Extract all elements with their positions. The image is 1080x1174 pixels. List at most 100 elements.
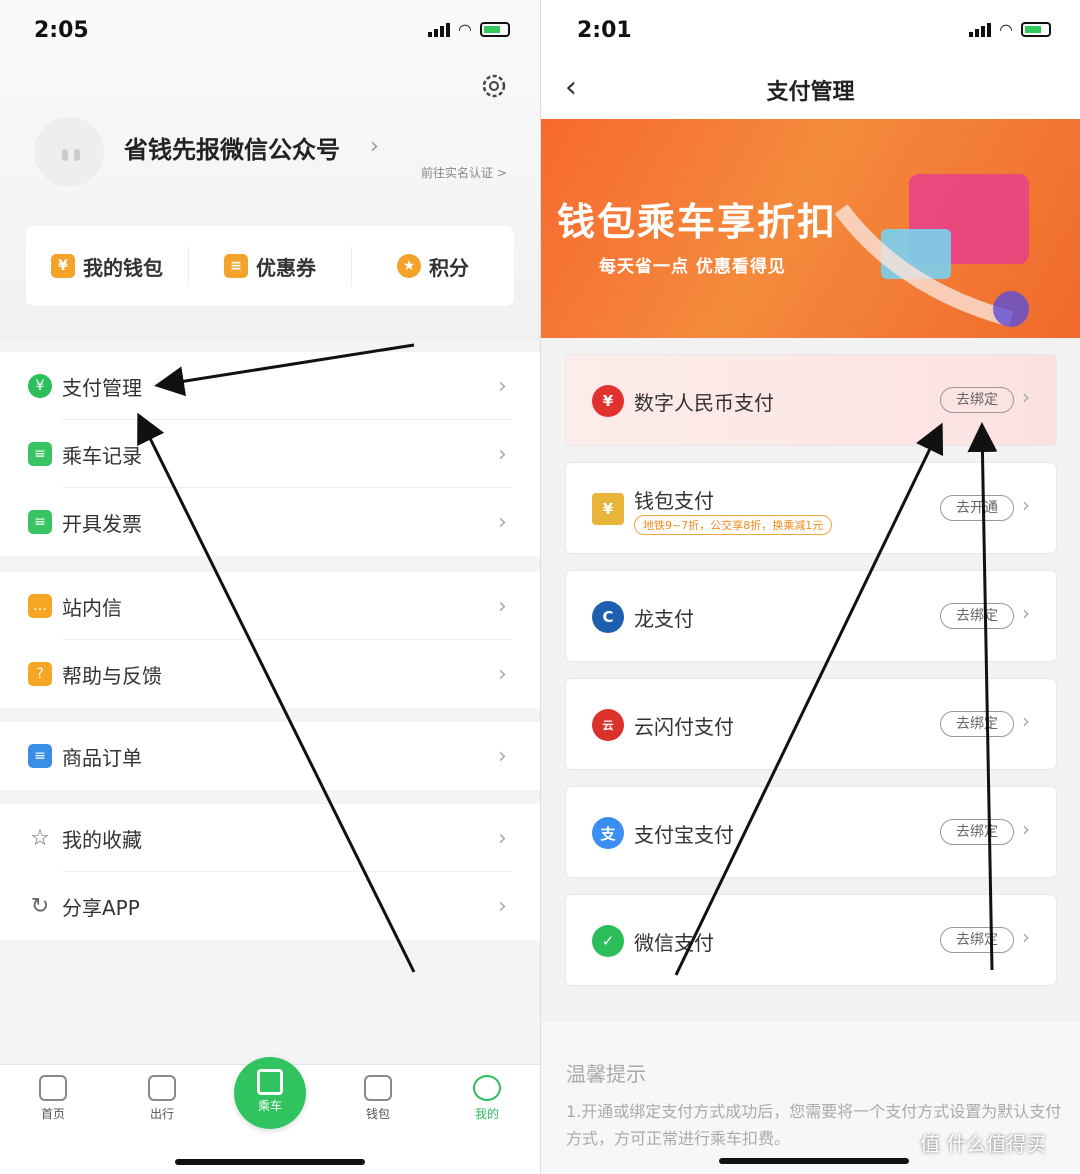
order-icon: ≡ xyxy=(28,744,52,768)
home-indicator xyxy=(719,1158,909,1164)
gear-icon[interactable] xyxy=(478,70,510,102)
menu-item-payment[interactable]: ¥ 支付管理 › xyxy=(0,352,540,420)
payment-method-ecny[interactable]: ¥ 数字人民币支付 去绑定 › xyxy=(565,354,1057,446)
menu-item-help[interactable]: ? 帮助与反馈 › xyxy=(0,640,540,708)
quick-actions: ¥ 我的钱包 ≡ 优惠券 ★ 积分 xyxy=(26,226,514,306)
tab-label: 钱包 xyxy=(365,1107,390,1121)
menu-label: 帮助与反馈 xyxy=(62,663,162,688)
chevron-right-icon: › xyxy=(498,373,507,399)
chevron-right-icon: › xyxy=(370,134,379,159)
menu-item-invoice[interactable]: ≡ 开具发票 › xyxy=(0,488,540,556)
chevron-right-icon: › xyxy=(498,441,507,467)
bind-button[interactable]: 去绑定 xyxy=(940,927,1014,953)
battery-icon xyxy=(1020,22,1051,37)
wallet-discount-badge: 地铁9~7折，公交享8折，换乘减1元 xyxy=(634,515,833,535)
coupon-label: 优惠券 xyxy=(256,255,316,280)
bind-button[interactable]: 去绑定 xyxy=(940,711,1014,737)
tab-label: 乘车 xyxy=(257,1099,282,1113)
chevron-right-icon: › xyxy=(1022,385,1030,409)
tab-ride[interactable]: 乘车 xyxy=(234,1057,306,1129)
tab-wallet[interactable]: 钱包 xyxy=(348,1075,408,1122)
chevron-right-icon: › xyxy=(498,661,507,687)
record-icon: ≡ xyxy=(28,442,52,466)
menu-item-share[interactable]: ↻ 分享APP › xyxy=(0,872,540,940)
wallet-icon: ¥ xyxy=(592,493,624,525)
tab-travel[interactable]: 出行 xyxy=(132,1075,192,1122)
bind-button[interactable]: 去绑定 xyxy=(940,387,1014,413)
avatar[interactable] xyxy=(30,113,108,191)
menu-group-1: ¥ 支付管理 › ≡ 乘车记录 › ≡ 开具发票 › xyxy=(0,352,540,556)
menu-group-4: ☆ 我的收藏 › ↻ 分享APP › xyxy=(0,804,540,940)
tab-label: 我的 xyxy=(474,1107,499,1121)
tab-home[interactable]: 首页 xyxy=(23,1075,83,1122)
chevron-right-icon: › xyxy=(498,509,507,535)
ecny-icon: ¥ xyxy=(592,385,624,417)
tab-mine[interactable]: 我的 xyxy=(457,1075,517,1122)
unionpay-icon: 云 xyxy=(592,709,624,741)
yuan-icon: ¥ xyxy=(28,374,52,398)
wallet-label: 我的钱包 xyxy=(83,255,163,280)
verify-link[interactable]: 前往实名认证 > xyxy=(421,164,507,181)
username[interactable]: 省钱先报微信公众号 xyxy=(124,130,340,165)
menu-item-records[interactable]: ≡ 乘车记录 › xyxy=(0,420,540,488)
user-icon xyxy=(473,1075,501,1101)
tips-title: 温馨提示 xyxy=(566,1062,646,1086)
menu-item-messages[interactable]: … 站内信 › xyxy=(0,572,540,640)
payment-name: 支付宝支付 xyxy=(634,823,734,847)
payment-method-wechat[interactable]: ✓ 微信支付 去绑定 › xyxy=(565,894,1057,986)
menu-label: 支付管理 xyxy=(62,375,142,400)
chevron-right-icon: › xyxy=(498,743,507,769)
menu-label: 乘车记录 xyxy=(62,443,142,468)
chevron-right-icon: › xyxy=(1022,493,1030,517)
payment-name: 钱包支付 xyxy=(634,489,714,513)
activate-button[interactable]: 去开通 xyxy=(940,495,1014,521)
profile-screen: 2:05 ◠ 省钱先报微信公众号 › 前往实名认证 > ¥ 我的钱包 ≡ 优惠券… xyxy=(0,0,540,1174)
chevron-right-icon: › xyxy=(1022,601,1030,625)
banner-subtitle: 每天省一点 优惠看得见 xyxy=(599,257,786,277)
points-label: 积分 xyxy=(429,255,469,280)
wallet-button[interactable]: ¥ 我的钱包 xyxy=(26,246,189,286)
points-icon: ★ xyxy=(397,254,421,278)
chevron-right-icon: › xyxy=(1022,817,1030,841)
status-time: 2:01 xyxy=(577,18,632,43)
tab-label: 出行 xyxy=(149,1107,174,1121)
chevron-right-icon: › xyxy=(1022,709,1030,733)
chevron-right-icon: › xyxy=(498,593,507,619)
menu-group-2: … 站内信 › ? 帮助与反馈 › xyxy=(0,572,540,708)
payment-method-unionpay[interactable]: 云 云闪付支付 去绑定 › xyxy=(565,678,1057,770)
battery-icon xyxy=(479,22,510,37)
share-icon: ↻ xyxy=(30,893,50,919)
chevron-right-icon: › xyxy=(498,825,507,851)
coupon-button[interactable]: ≡ 优惠券 xyxy=(189,246,352,286)
wifi-icon: ◠ xyxy=(458,20,472,39)
payment-name: 数字人民币支付 xyxy=(634,391,774,415)
watermark: 值 什么值得买 xyxy=(920,1132,1047,1156)
status-icons: ◠ xyxy=(428,20,510,39)
menu-item-favorites[interactable]: ☆ 我的收藏 › xyxy=(0,804,540,872)
banner-title: 钱包乘车享折扣 xyxy=(557,200,838,244)
menu-item-orders[interactable]: ≡ 商品订单 › xyxy=(0,722,540,790)
tab-label: 首页 xyxy=(40,1107,65,1121)
bind-button[interactable]: 去绑定 xyxy=(940,603,1014,629)
qrcode-icon xyxy=(257,1069,283,1095)
payment-name: 龙支付 xyxy=(634,607,694,631)
menu-label: 开具发票 xyxy=(62,511,142,536)
payment-name: 云闪付支付 xyxy=(634,715,734,739)
payment-method-alipay[interactable]: 支 支付宝支付 去绑定 › xyxy=(565,786,1057,878)
points-button[interactable]: ★ 积分 xyxy=(352,246,514,286)
status-time: 2:05 xyxy=(34,18,89,43)
status-icons: ◠ xyxy=(969,20,1051,39)
wallet-icon xyxy=(364,1075,392,1101)
bind-button[interactable]: 去绑定 xyxy=(940,819,1014,845)
home-indicator xyxy=(175,1159,365,1165)
menu-label: 站内信 xyxy=(62,595,122,620)
ccb-icon: C xyxy=(592,601,624,633)
menu-label: 我的收藏 xyxy=(62,827,142,852)
home-icon xyxy=(39,1075,67,1101)
menu-group-3: ≡ 商品订单 › xyxy=(0,722,540,790)
menu-label: 商品订单 xyxy=(62,745,142,770)
alipay-icon: 支 xyxy=(592,817,624,849)
promo-banner[interactable]: 钱包乘车享折扣 每天省一点 优惠看得见 xyxy=(541,119,1080,338)
payment-method-longpay[interactable]: C 龙支付 去绑定 › xyxy=(565,570,1057,662)
payment-method-wallet[interactable]: ¥ 钱包支付 地铁9~7折，公交享8折，换乘减1元 去开通 › xyxy=(565,462,1057,554)
